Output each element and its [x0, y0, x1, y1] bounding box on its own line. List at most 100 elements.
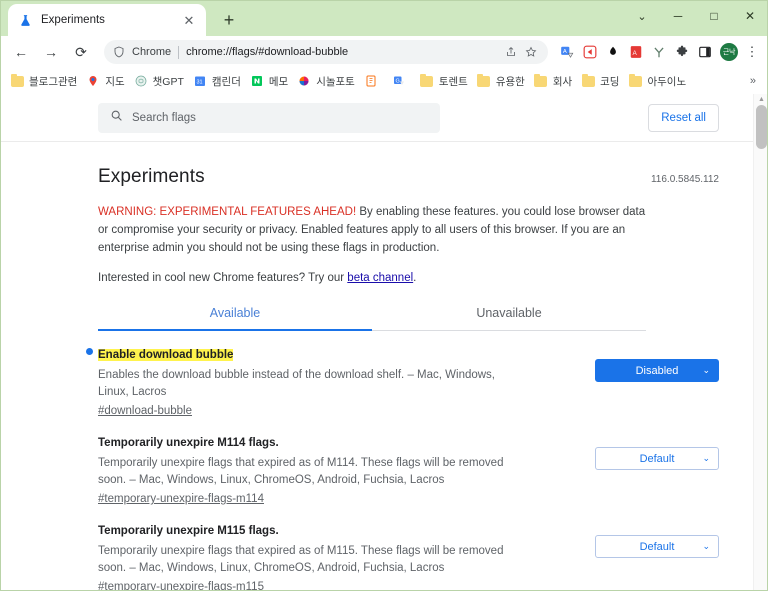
flags-search-row: Search flags Reset all	[0, 94, 753, 142]
shield-icon	[112, 45, 126, 59]
bookmarks-bar: 블로그관련 지도 챗GPT 31 캠린더 메모 시놀포토 G 토렌트 유용한 회…	[0, 68, 768, 94]
browser-window: Experiments ✕ + ⌄ ─ □ ✕ ← → ⟳ Chrome chr…	[0, 0, 768, 591]
flag-description: Enables the download bubble instead of t…	[98, 369, 496, 398]
forward-button[interactable]: →	[38, 39, 64, 65]
flag-info: Temporarily unexpire M114 flags. Tempora…	[98, 433, 528, 507]
browser-tab-experiments[interactable]: Experiments ✕	[8, 4, 206, 36]
flag-entry: Temporarily unexpire M114 flags. Tempora…	[98, 419, 719, 507]
reload-button[interactable]: ⟳	[68, 39, 94, 65]
flag-name: Enable download bubble	[98, 349, 234, 361]
browser-toolbar: ← → ⟳ Chrome chrome://flags/#download-bu…	[0, 36, 768, 68]
synology-photos-icon	[297, 74, 311, 88]
bookmark-label: 챗GPT	[152, 75, 184, 88]
bookmark-item[interactable]: 코딩	[577, 71, 623, 91]
bookmark-item[interactable]: 유용한	[473, 71, 529, 91]
svg-text:A: A	[563, 49, 567, 55]
tab-close-icon[interactable]: ✕	[181, 12, 197, 28]
bookmark-label: 블로그관련	[29, 75, 78, 88]
version-label: 116.0.5845.112	[650, 174, 719, 185]
scroll-up-arrow-icon[interactable]: ▲	[754, 96, 768, 103]
maps-pin-icon	[86, 74, 100, 88]
search-input[interactable]: Search flags	[98, 102, 440, 133]
flask-icon	[17, 12, 33, 28]
flags-page: Search flags Reset all Experiments 116.0…	[0, 94, 753, 591]
dark-reader-extension-icon[interactable]	[602, 41, 624, 63]
extensions-puzzle-icon[interactable]	[671, 41, 693, 63]
flag-anchor-link[interactable]: #download-bubble	[98, 405, 192, 417]
bookmarks-overflow-icon[interactable]: »	[744, 75, 762, 87]
folder-icon	[420, 73, 434, 88]
bookmark-label: 메모	[268, 75, 289, 88]
share-icon[interactable]	[502, 43, 520, 61]
flag-entry: Temporarily unexpire M115 flags. Tempora…	[98, 507, 719, 591]
new-tab-button[interactable]: +	[216, 7, 242, 33]
omnibox-actions	[502, 43, 540, 61]
bookmark-label: 유용한	[495, 75, 525, 88]
chevron-down-icon: ⌄	[702, 541, 710, 551]
folder-icon	[581, 73, 595, 88]
flag-selected-bullet-icon	[86, 348, 93, 355]
folder-icon	[10, 73, 24, 88]
omnibox-url[interactable]: chrome://flags/#download-bubble	[186, 46, 502, 58]
tab-unavailable[interactable]: Unavailable	[372, 306, 646, 330]
scrollbar-thumb[interactable]	[756, 105, 767, 149]
flag-entry: Enable download bubble Enables the downl…	[86, 331, 719, 419]
bookmark-label: 시놀포토	[316, 75, 355, 88]
flag-state-value: Default	[639, 540, 675, 553]
flags-tabs: Available Unavailable	[98, 306, 646, 331]
flags-body: Experiments 116.0.5845.112 WARNING: EXPE…	[0, 142, 753, 591]
flag-select-wrapper: Default ⌄	[595, 521, 719, 591]
page-scrollbar[interactable]: ▲	[753, 94, 768, 591]
reset-all-button[interactable]: Reset all	[648, 103, 719, 132]
beta-channel-link[interactable]: beta channel	[347, 272, 413, 284]
bookmark-label: 지도	[105, 75, 125, 88]
flag-name: Temporarily unexpire M115 flags.	[98, 525, 279, 537]
bookmark-label: 캠린더	[211, 75, 241, 88]
back-button[interactable]: ←	[8, 39, 34, 65]
ytree-extension-icon[interactable]	[648, 41, 670, 63]
flag-anchor-link[interactable]: #temporary-unexpire-flags-m115	[98, 581, 264, 591]
flag-state-select[interactable]: Default ⌄	[595, 535, 719, 558]
calendar-icon: 31	[193, 74, 207, 88]
folder-icon	[534, 73, 548, 88]
tab-available[interactable]: Available	[98, 306, 372, 331]
beta-channel-line: Interested in cool new Chrome features? …	[98, 272, 719, 284]
bookmark-item[interactable]: 회사	[530, 71, 576, 91]
bookmark-item[interactable]: 블로그관련	[6, 71, 81, 91]
bookmark-item[interactable]: 시놀포토	[293, 71, 359, 91]
close-window-button[interactable]: ✕	[732, 0, 768, 32]
side-panel-icon[interactable]	[694, 41, 716, 63]
bookmark-item[interactable]: 토렌트	[416, 71, 472, 91]
extensions-tray: A A 근낙 ⋮	[554, 40, 762, 64]
flag-select-wrapper: Default ⌄	[595, 433, 719, 507]
address-bar[interactable]: Chrome chrome://flags/#download-bubble	[104, 40, 548, 64]
beta-prefix: Interested in cool new Chrome features? …	[98, 272, 348, 284]
beta-suffix: .	[413, 272, 417, 284]
flag-state-select[interactable]: Disabled ⌄	[595, 359, 719, 382]
flag-state-value: Default	[639, 452, 675, 465]
warning-text: WARNING: EXPERIMENTAL FEATURES AHEAD! By…	[98, 203, 646, 257]
bookmark-item[interactable]: 챗GPT	[130, 71, 188, 91]
maximize-button[interactable]: □	[696, 0, 732, 32]
tab-search-button[interactable]: ⌄	[624, 0, 660, 32]
flag-info: Temporarily unexpire M115 flags. Tempora…	[98, 521, 528, 591]
flag-anchor-link[interactable]: #temporary-unexpire-flags-m114	[98, 493, 264, 505]
flag-state-select[interactable]: Default ⌄	[595, 447, 719, 470]
star-icon[interactable]	[522, 43, 540, 61]
bookmark-item[interactable]: 31 캠린더	[189, 71, 245, 91]
bookmark-item[interactable]: 지도	[82, 71, 128, 91]
bookmark-item[interactable]: 아두이노	[624, 71, 690, 91]
warning-lead: WARNING: EXPERIMENTAL FEATURES AHEAD!	[98, 206, 357, 218]
bookmark-item[interactable]: G	[388, 71, 415, 91]
video-download-extension-icon[interactable]	[579, 41, 601, 63]
svg-text:31: 31	[196, 80, 202, 86]
translate-extension-icon[interactable]: A	[556, 41, 578, 63]
minimize-button[interactable]: ─	[660, 0, 696, 32]
bookmark-item[interactable]	[360, 71, 387, 91]
bookmark-item[interactable]: 메모	[246, 71, 292, 91]
browser-menu-button[interactable]: ⋮	[742, 40, 762, 64]
flag-description: Temporarily unexpire flags that expired …	[98, 545, 504, 574]
profile-avatar[interactable]: 근낙	[720, 43, 738, 61]
chatgpt-icon	[134, 74, 148, 88]
pdf-extension-icon[interactable]: A	[625, 41, 647, 63]
